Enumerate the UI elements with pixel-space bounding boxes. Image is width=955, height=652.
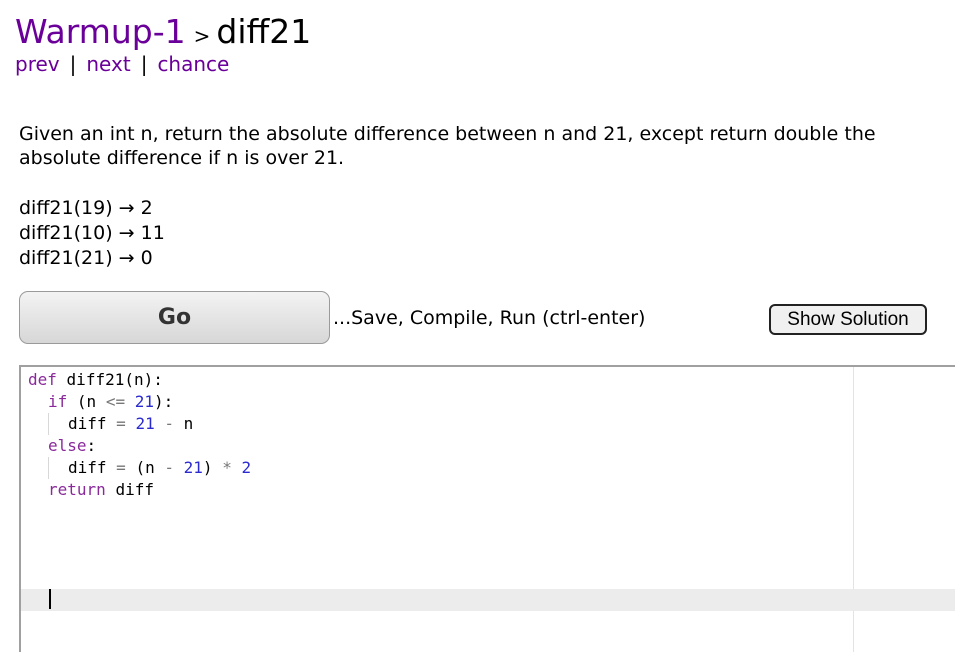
page-header: Warmup-1 > diff21 [15, 12, 311, 51]
example-item: diff21(19) → 2 [19, 197, 153, 219]
code-line[interactable] [28, 545, 251, 567]
show-solution-button[interactable]: Show Solution [769, 304, 927, 335]
code-line[interactable] [28, 567, 251, 589]
nav-divider: | [69, 52, 77, 76]
code-line[interactable] [28, 523, 251, 545]
problem-description: Given an int n, return the absolute diff… [19, 123, 876, 169]
code-line[interactable]: if (n <= 21): [28, 391, 251, 413]
breadcrumb-separator: > [193, 24, 211, 48]
text-cursor [49, 589, 51, 609]
code-line[interactable]: else: [28, 435, 251, 457]
example-item: diff21(21) → 0 [19, 247, 153, 269]
indent-guide [28, 413, 48, 435]
code-line[interactable]: def diff21(n): [28, 369, 251, 391]
run-hint: ...Save, Compile, Run (ctrl-enter) [333, 307, 646, 329]
problem-title: diff21 [216, 12, 312, 51]
next-link[interactable]: next [86, 52, 130, 76]
go-button[interactable]: Go [19, 291, 330, 344]
example-item: diff21(10) → 11 [19, 222, 165, 244]
examples-list: diff21(19) → 2 diff21(10) → 11 diff21(21… [19, 196, 165, 271]
chance-link[interactable]: chance [157, 52, 229, 76]
code-line[interactable]: diff = 21 - n [28, 413, 251, 435]
code-lines[interactable]: def diff21(n): if (n <= 21): diff = 21 - n… [28, 369, 251, 611]
indent-guide [48, 413, 68, 435]
code-editor[interactable]: def diff21(n): if (n <= 21): diff = 21 - n… [19, 365, 955, 652]
indent-guide [28, 457, 48, 479]
prev-link[interactable]: prev [15, 52, 60, 76]
code-line[interactable]: diff = (n - 21) * 2 [28, 457, 251, 479]
indent-guide [28, 391, 48, 413]
indent-guide [28, 479, 48, 501]
section-link[interactable]: Warmup-1 [15, 12, 186, 51]
indent-guide [28, 435, 48, 457]
code-line[interactable] [28, 589, 251, 611]
code-line[interactable] [28, 501, 251, 523]
code-line[interactable]: return diff [28, 479, 251, 501]
nav-divider: | [140, 52, 148, 76]
indent-guide [48, 457, 68, 479]
problem-nav: prev | next | chance [15, 52, 229, 76]
